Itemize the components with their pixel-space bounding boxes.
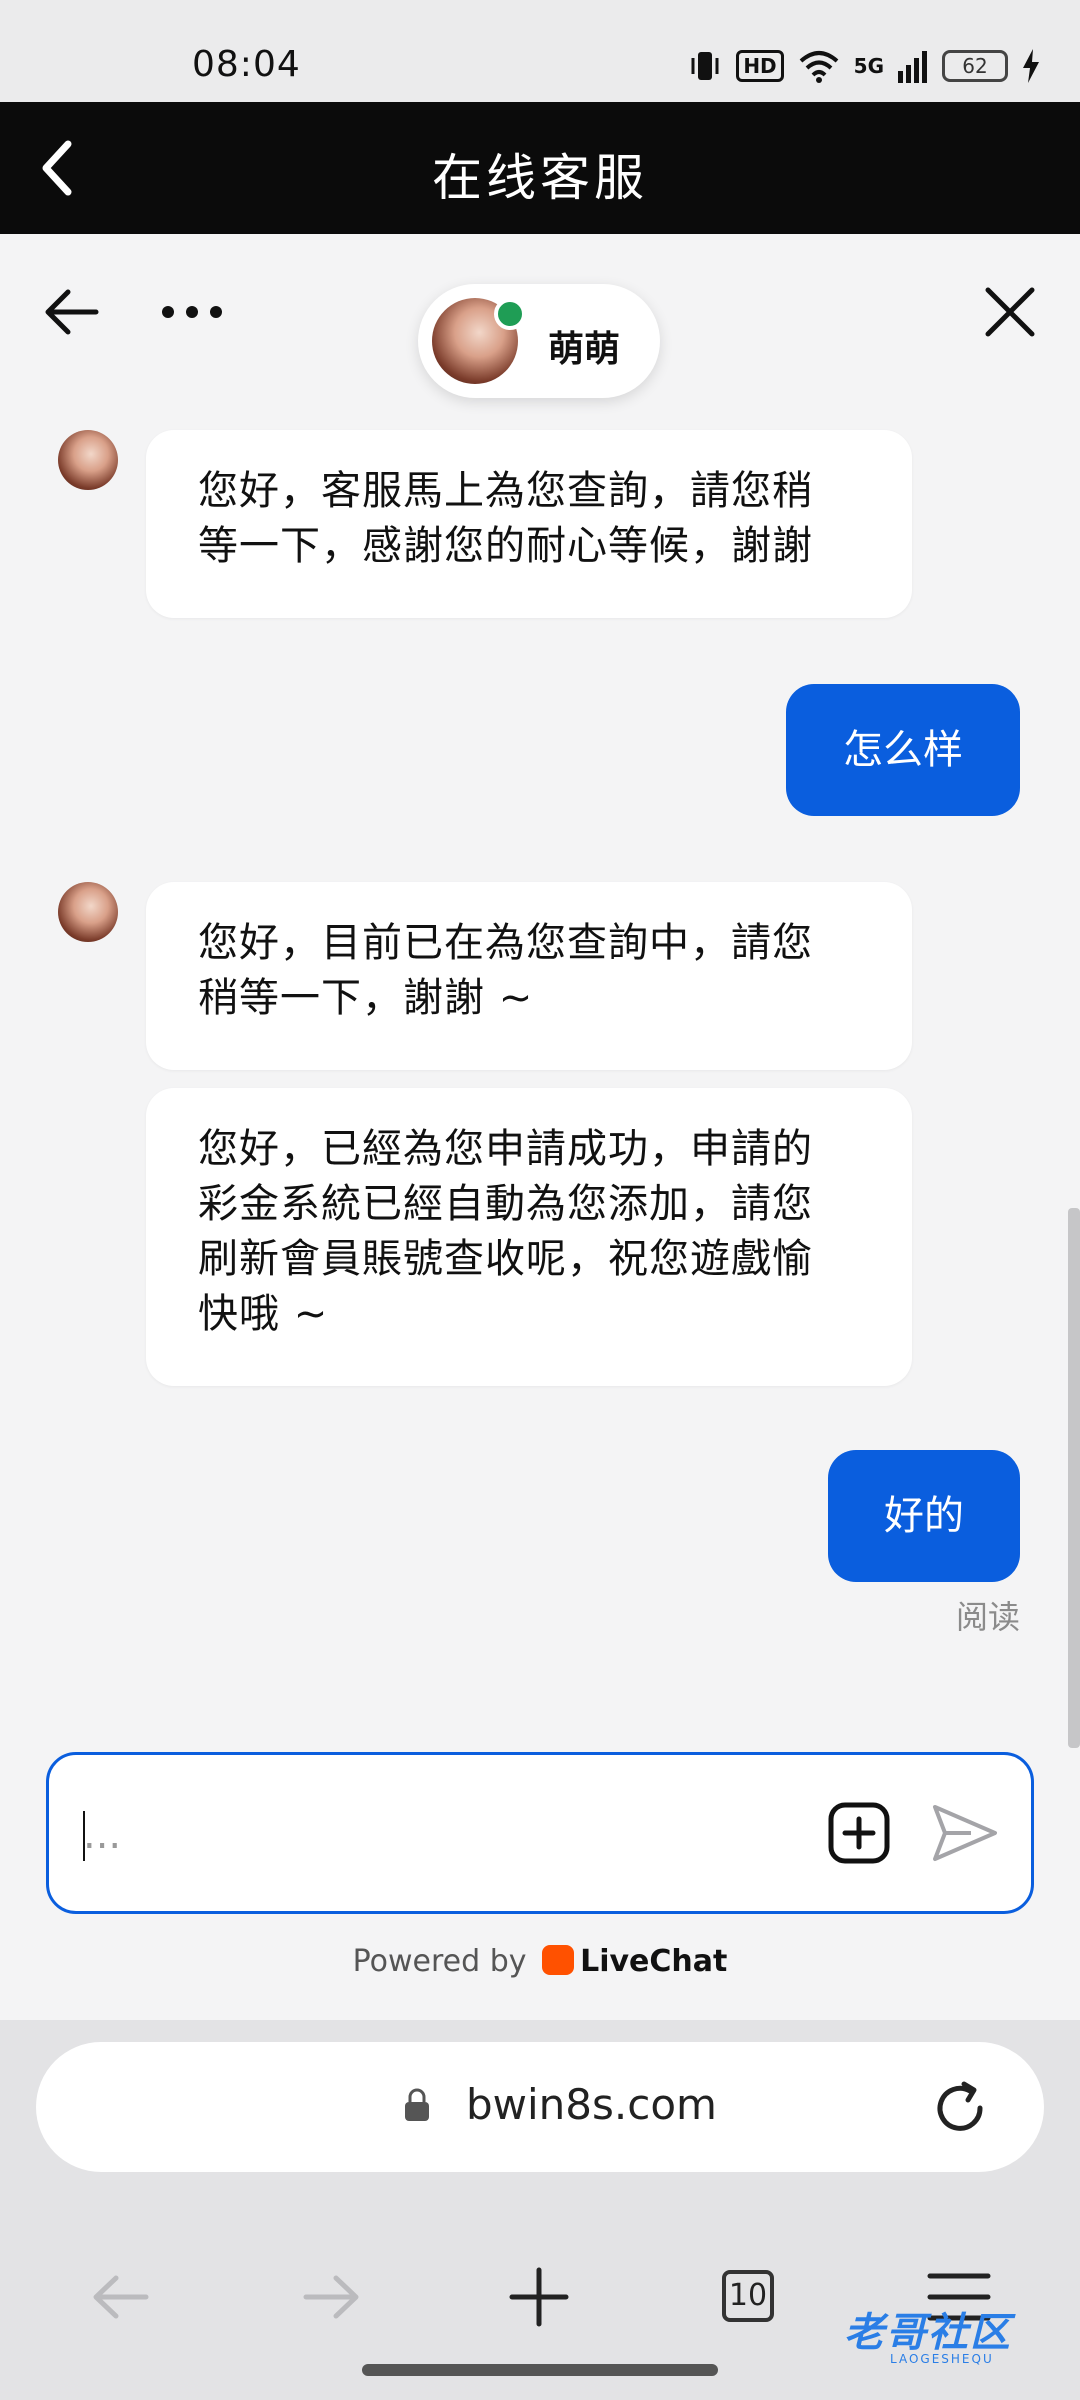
tabs-button[interactable]: 10 <box>722 2270 774 2322</box>
message-text: 您好，客服馬上為您查詢，請您稍 等一下，感謝您的耐心等候，謝謝 <box>198 468 813 569</box>
home-indicator[interactable] <box>362 2364 718 2376</box>
lock-icon <box>405 2088 429 2121</box>
browser-back-icon[interactable] <box>76 2252 166 2342</box>
agent-message-avatar <box>58 882 118 942</box>
livechat-brand[interactable]: LiveChat <box>580 1944 727 1979</box>
arrow-left-icon[interactable] <box>44 284 100 340</box>
user-message: 好的 <box>828 1450 1020 1582</box>
page-header: 在线客服 <box>0 102 1080 234</box>
battery-indicator: 62 <box>942 50 1008 82</box>
url-text: bwin8s.com <box>466 2080 717 2129</box>
watermark-logo: 老哥社区 <box>844 2310 1012 2356</box>
agent-message: 您好，客服馬上為您查詢，請您稍 等一下，感謝您的耐心等候，謝謝 <box>146 430 912 618</box>
user-message: 怎么样 <box>786 684 1020 816</box>
watermark-sub: LAOGESHEQU <box>890 2352 994 2366</box>
chat-header: 萌萌 <box>0 234 1080 414</box>
status-bar: 08:04 HD 5G 62 <box>0 0 1080 102</box>
powered-by-text: Powered by <box>352 1944 527 1979</box>
browser-forward-icon[interactable] <box>286 2252 376 2342</box>
wifi-icon <box>799 51 838 83</box>
more-options-icon[interactable] <box>160 298 224 326</box>
online-status-dot <box>494 298 526 330</box>
tab-count: 10 <box>722 2270 774 2322</box>
message-text: 您好，已經為您申請成功，申請的 彩金系統已經自動為您添加，請您 刷新會員賬號查收… <box>198 1126 813 1337</box>
reload-icon[interactable] <box>930 2078 990 2138</box>
text-caret <box>83 1811 85 1861</box>
agent-name: 萌萌 <box>548 329 621 370</box>
powered-by: Powered by LiveChat <box>0 1944 1080 1979</box>
agent-message: 您好，已經為您申請成功，申請的 彩金系統已經自動為您添加，請您 刷新會員賬號查收… <box>146 1088 912 1386</box>
network-type: 5G <box>853 54 884 78</box>
charging-icon <box>1023 49 1039 83</box>
agent-message: 您好，目前已在為您查詢中，請您 稍等一下，謝謝 ~ <box>146 882 912 1070</box>
read-status: 阅读 <box>955 1598 1020 1636</box>
hd-badge: HD <box>736 50 784 82</box>
new-tab-icon[interactable] <box>494 2252 584 2342</box>
message-text: 好的 <box>884 1493 964 1539</box>
agent-info: 萌萌 <box>418 284 660 398</box>
status-time: 08:04 <box>192 44 301 85</box>
add-attachment-icon[interactable] <box>827 1801 891 1865</box>
message-composer <box>46 1752 1034 1914</box>
status-icons: HD 5G 62 <box>688 44 1040 88</box>
page-title: 在线客服 <box>432 149 648 207</box>
message-text: 怎么样 <box>843 727 963 773</box>
message-text: 您好，目前已在為您查詢中，請您 稍等一下，謝謝 ~ <box>198 920 813 1021</box>
send-icon[interactable] <box>931 1801 999 1865</box>
close-icon[interactable] <box>980 282 1040 342</box>
address-bar[interactable]: bwin8s.com <box>36 2042 1044 2172</box>
chat-scrollbar[interactable] <box>1068 1208 1080 1748</box>
signal-icon <box>898 51 927 83</box>
message-input[interactable] <box>81 1799 805 1871</box>
vibrate-icon <box>691 52 719 80</box>
livechat-logo-icon <box>542 1945 575 1975</box>
agent-message-avatar <box>58 430 118 490</box>
